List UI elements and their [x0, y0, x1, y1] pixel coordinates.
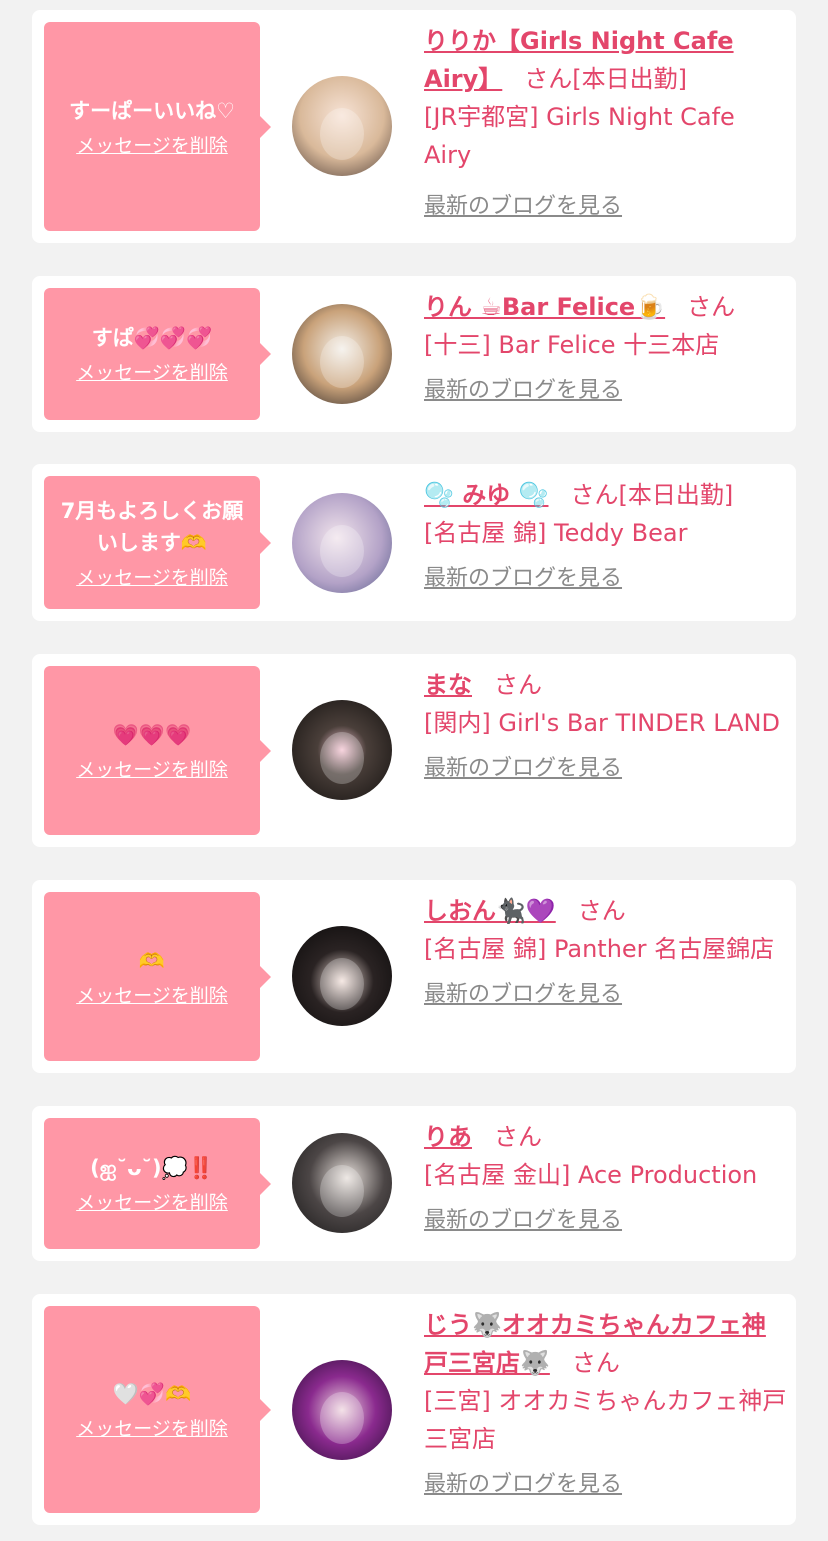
name-line: しおん🐈‍⬛💜 さん: [424, 892, 788, 930]
girl-name-link[interactable]: りん ☕Bar Felice🍺: [424, 293, 665, 321]
avatar[interactable]: [292, 700, 392, 800]
shop-name: [名古屋 錦] Panther 名古屋錦店: [424, 935, 775, 963]
latest-blog-link[interactable]: 最新のブログを見る: [424, 188, 622, 220]
name-line: 🫧 みゆ 🫧 さん[本日出勤]: [424, 476, 788, 514]
avatar[interactable]: [292, 1360, 392, 1460]
shop-name: [名古屋 錦] Teddy Bear: [424, 519, 688, 547]
shop-name: [名古屋 金山] Ace Production: [424, 1161, 758, 1189]
honorific: さん: [577, 897, 626, 925]
girl-info: りん ☕Bar Felice🍺 さん [十三] Bar Felice 十三本店 最…: [424, 288, 788, 404]
favorite-card: (ஐ˘ᴗ˘)💭‼️ メッセージを削除 りあ さん [名古屋 金山] Ace Pro…: [32, 1106, 796, 1261]
shop-name: [JR宇都宮] Girls Night Cafe Airy: [424, 103, 735, 169]
honorific: さん: [687, 293, 736, 321]
delete-message-link[interactable]: メッセージを削除: [76, 565, 228, 591]
delete-message-link[interactable]: メッセージを削除: [76, 983, 228, 1009]
favorite-card: すぱ💞💞💞 メッセージを削除 りん ☕Bar Felice🍺 さん [十三] Ba…: [32, 276, 796, 432]
delete-message-link[interactable]: メッセージを削除: [76, 1416, 228, 1442]
avatar[interactable]: [292, 304, 392, 404]
message-text: 🫶: [138, 948, 166, 973]
message-bubble: 🤍💞🫶 メッセージを削除: [44, 1306, 271, 1513]
honorific: さん: [570, 481, 619, 509]
girl-info: りあ さん [名古屋 金山] Ace Production 最新のブログを見る: [424, 1118, 788, 1234]
shop-name: [三宮] オオカミちゃんカフェ神戸三宮店: [424, 1387, 787, 1453]
message-bubble: 7月もよろしくお願いします🫶 メッセージを削除: [44, 476, 271, 609]
honorific: さん: [494, 1123, 542, 1151]
latest-blog-link[interactable]: 最新のブログを見る: [424, 750, 622, 782]
latest-blog-link[interactable]: 最新のブログを見る: [424, 1466, 622, 1498]
girl-name-link[interactable]: まな: [424, 671, 472, 699]
avatar[interactable]: [292, 76, 392, 176]
message-text: 💗💗💗: [112, 722, 192, 747]
message-text: 🤍💞🫶: [112, 1381, 192, 1406]
honorific: さん: [494, 671, 542, 699]
delete-message-link[interactable]: メッセージを削除: [76, 1190, 228, 1216]
girl-info: しおん🐈‍⬛💜 さん [名古屋 錦] Panther 名古屋錦店 最新のブログを見…: [424, 892, 788, 1008]
favorite-card: すーぱーいいね♡ メッセージを削除 りりか【Girls Night Cafe A…: [32, 10, 796, 243]
shop-name: [関内] Girl's Bar TINDER LAND: [424, 709, 780, 737]
message-bubble: すぱ💞💞💞 メッセージを削除: [44, 288, 271, 420]
avatar[interactable]: [292, 493, 392, 593]
delete-message-link[interactable]: メッセージを削除: [76, 757, 228, 783]
message-text: (ஐ˘ᴗ˘)💭‼️: [90, 1155, 214, 1180]
girl-name-link[interactable]: しおん🐈‍⬛💜: [424, 897, 556, 925]
delete-message-link[interactable]: メッセージを削除: [76, 360, 228, 386]
latest-blog-link[interactable]: 最新のブログを見る: [424, 976, 622, 1008]
message-bubble: すーぱーいいね♡ メッセージを削除: [44, 22, 271, 231]
message-bubble: 🫶 メッセージを削除: [44, 892, 271, 1061]
girl-info: まな さん [関内] Girl's Bar TINDER LAND 最新のブログを…: [424, 666, 788, 782]
shop-name: [十三] Bar Felice 十三本店: [424, 331, 720, 359]
favorite-card: 🤍💞🫶 メッセージを削除 じう🐺オオカミちゃんカフェ神戸三宮店🐺 さん [三宮] …: [32, 1294, 796, 1525]
message-bubble: (ஐ˘ᴗ˘)💭‼️ メッセージを削除: [44, 1118, 271, 1249]
girl-name-link[interactable]: りあ: [424, 1123, 472, 1151]
girl-info: りりか【Girls Night Cafe Airy】 さん[本日出勤] [JR宇都…: [424, 22, 788, 220]
name-line: じう🐺オオカミちゃんカフェ神戸三宮店🐺 さん: [424, 1306, 788, 1382]
latest-blog-link[interactable]: 最新のブログを見る: [424, 560, 622, 592]
message-bubble: 💗💗💗 メッセージを削除: [44, 666, 271, 835]
girl-info: じう🐺オオカミちゃんカフェ神戸三宮店🐺 さん [三宮] オオカミちゃんカフェ神戸三…: [424, 1306, 788, 1498]
message-text: すぱ💞💞💞: [91, 326, 213, 350]
message-list: すーぱーいいね♡ メッセージを削除 りりか【Girls Night Cafe A…: [0, 0, 828, 1541]
favorite-card: 7月もよろしくお願いします🫶 メッセージを削除 🫧 みゆ 🫧 さん[本日出勤] […: [32, 464, 796, 621]
avatar[interactable]: [292, 1133, 392, 1233]
message-text: 7月もよろしくお願いします🫶: [60, 498, 244, 555]
name-line: りりか【Girls Night Cafe Airy】 さん[本日出勤]: [424, 22, 788, 98]
message-text: すーぱーいいね♡: [69, 98, 235, 123]
favorite-card: 💗💗💗 メッセージを削除 まな さん [関内] Girl's Bar TINDER…: [32, 654, 796, 847]
latest-blog-link[interactable]: 最新のブログを見る: [424, 372, 622, 404]
girl-info: 🫧 みゆ 🫧 さん[本日出勤] [名古屋 錦] Teddy Bear 最新のブログ…: [424, 476, 788, 592]
avatar[interactable]: [292, 926, 392, 1026]
attendance-status: [本日出勤]: [618, 481, 734, 509]
attendance-status: [本日出勤]: [572, 65, 688, 93]
girl-name-link[interactable]: 🫧 みゆ 🫧: [424, 481, 548, 509]
name-line: りん ☕Bar Felice🍺 さん: [424, 288, 788, 326]
name-line: まな さん: [424, 666, 788, 704]
latest-blog-link[interactable]: 最新のブログを見る: [424, 1202, 622, 1234]
name-line: りあ さん: [424, 1118, 788, 1156]
favorite-card: 🫶 メッセージを削除 しおん🐈‍⬛💜 さん [名古屋 錦] Panther 名古屋…: [32, 880, 796, 1073]
honorific: さん: [524, 65, 573, 93]
delete-message-link[interactable]: メッセージを削除: [76, 133, 228, 159]
honorific: さん: [571, 1349, 620, 1377]
